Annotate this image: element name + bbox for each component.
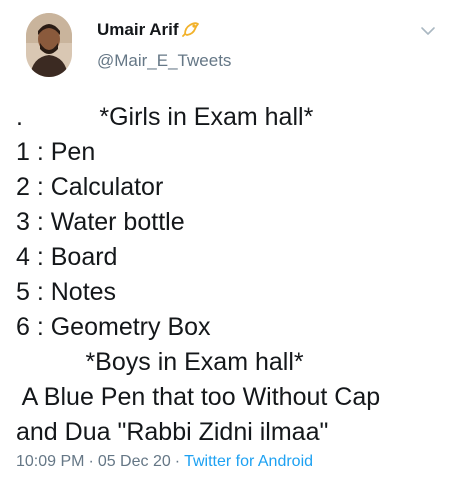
tweet-meta: 10:09 PM · 05 Dec 20 · Twitter for Android — [16, 453, 313, 471]
tweet-text: . *Girls in Exam hall* 1 : Pen 2 : Calcu… — [16, 100, 446, 450]
tweet-line: 4 : Board — [16, 243, 118, 271]
tweet-line: *Boys in Exam hall* — [16, 348, 304, 376]
tweet-line: 5 : Notes — [16, 278, 117, 306]
tweet-line: 1 : Pen — [16, 138, 96, 166]
author-handle[interactable]: @Mair_E_Tweets — [97, 51, 231, 71]
avatar[interactable] — [26, 13, 72, 77]
tweet-source-link[interactable]: Twitter for Android — [184, 453, 313, 470]
meta-separator: · — [88, 453, 94, 470]
tweet-line: and Dua "Rabbi Zidni ilmaa" — [16, 418, 329, 446]
tweet-card: Umair Arif @Mair_E_Tweets . *Girls in Ex… — [0, 0, 450, 482]
tweet-time[interactable]: 10:09 PM — [16, 453, 84, 470]
tweet-line: 3 : Water bottle — [16, 208, 185, 236]
meta-separator: · — [174, 453, 181, 470]
tweet-line: 2 : Calculator — [16, 173, 164, 201]
tweet-line: A Blue Pen that too Without Cap — [16, 383, 381, 411]
badge-icon — [181, 20, 200, 38]
chevron-down-icon[interactable] — [420, 24, 436, 36]
tweet-line: 6 : Geometry Box — [16, 313, 211, 341]
author-name-text: Umair Arif — [97, 20, 179, 39]
tweet-line: . *Girls in Exam hall* — [16, 103, 314, 131]
author-name[interactable]: Umair Arif — [97, 20, 200, 40]
tweet-date[interactable]: 05 Dec 20 — [98, 453, 171, 470]
